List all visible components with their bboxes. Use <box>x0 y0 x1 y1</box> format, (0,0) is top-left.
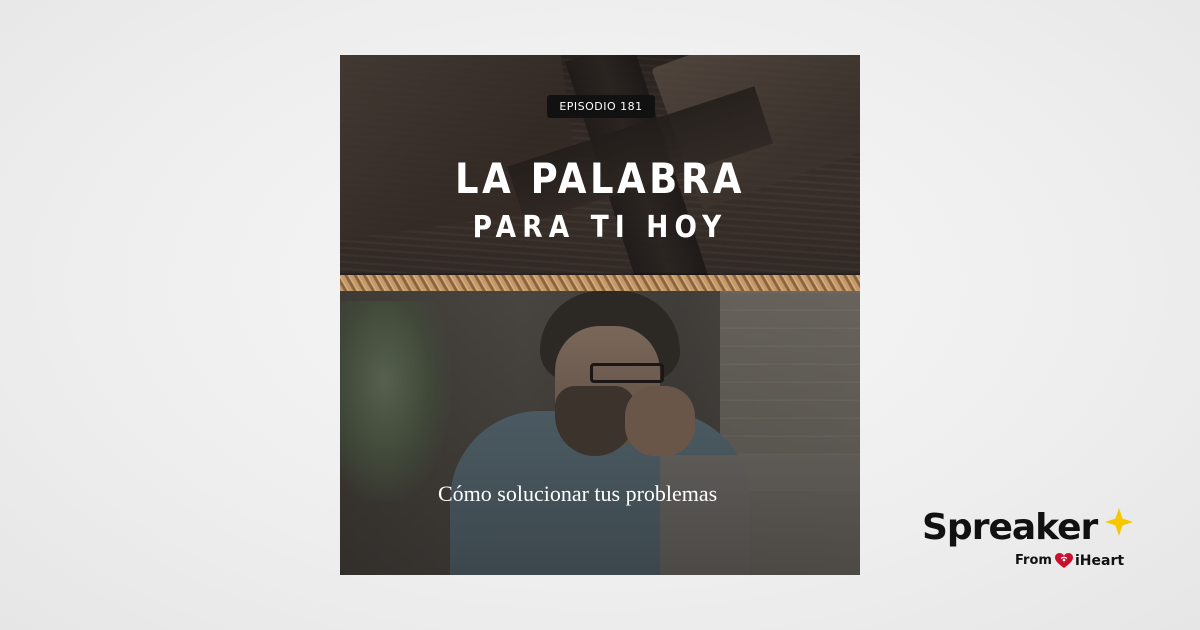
man-glasses <box>590 363 664 383</box>
podcast-title: LA PALABRA <box>455 154 745 203</box>
episode-badge: EPISODIO 181 <box>547 95 655 118</box>
plant-image <box>340 301 450 501</box>
iheart-wordmark: iHeart <box>1075 553 1125 569</box>
podcast-subtitle: PARA TI HOY <box>472 210 728 245</box>
spreaker-logo: Spreaker From iHeart <box>922 507 1142 577</box>
spreaker-wordmark: Spreaker <box>922 507 1098 548</box>
rope-divider <box>340 275 860 291</box>
man-hands <box>625 386 695 456</box>
episode-caption: Cómo solucionar tus problemas <box>438 481 718 506</box>
podcast-cover-art: EPISODIO 181 LA PALABRA PARA TI HOY Cómo… <box>340 55 860 575</box>
cover-photo-man-thinking <box>340 291 860 575</box>
iheart-heart-icon <box>1055 553 1073 568</box>
from-label: From <box>1015 553 1052 568</box>
star-icon <box>1105 508 1133 536</box>
laptop-image <box>660 455 860 575</box>
